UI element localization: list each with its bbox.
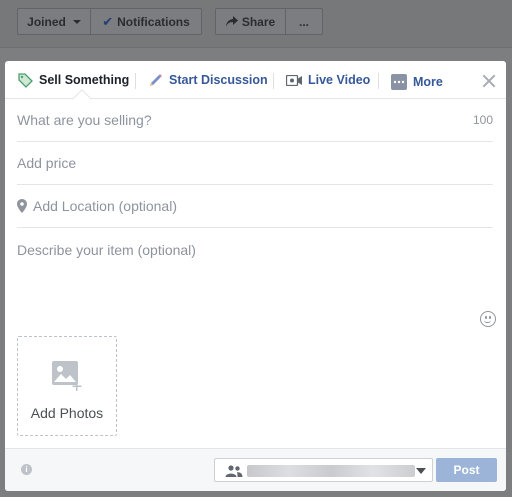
share-arrow-icon xyxy=(225,16,238,27)
tab-sell-something[interactable]: Sell Something xyxy=(18,71,129,89)
location-pin-icon xyxy=(17,199,27,213)
tag-icon xyxy=(18,72,33,88)
location-field[interactable]: Add Location (optional) xyxy=(17,185,493,228)
share-button[interactable]: Share xyxy=(215,8,286,35)
title-char-count: 100 xyxy=(472,113,493,127)
tab-divider xyxy=(378,73,379,89)
chevron-down-icon xyxy=(416,468,426,474)
composer-footer: i Post xyxy=(5,448,506,491)
audience-name-redacted xyxy=(247,465,415,477)
item-title-field[interactable]: What are you selling? 100 xyxy=(17,99,493,142)
tab-divider xyxy=(273,73,274,89)
price-field[interactable]: Add price xyxy=(17,142,493,185)
checkmark-icon: ✔ xyxy=(102,13,114,29)
video-camera-icon xyxy=(286,74,302,86)
tab-sell-something-label: Sell Something xyxy=(39,73,130,87)
tab-start-discussion[interactable]: Start Discussion xyxy=(148,71,268,89)
audience-selector[interactable] xyxy=(214,458,433,482)
tab-start-discussion-label: Start Discussion xyxy=(169,73,268,87)
joined-button[interactable]: Joined xyxy=(17,8,91,35)
more-icon xyxy=(391,74,407,90)
sell-composer-dialog: Sell Something Start Discussion Live Vid… xyxy=(5,61,506,491)
add-photos-button[interactable]: Add Photos xyxy=(17,336,117,436)
pencil-icon xyxy=(150,73,162,86)
item-title-placeholder: What are you selling? xyxy=(17,112,152,128)
group-action-bar: Joined ✔ Notifications Share ... xyxy=(0,0,512,48)
tab-more[interactable]: More xyxy=(391,73,443,91)
post-label: Post xyxy=(453,463,480,477)
post-button[interactable]: Post xyxy=(436,458,497,482)
tab-more-label: More xyxy=(413,75,443,89)
location-placeholder: Add Location (optional) xyxy=(33,198,177,214)
joined-label: Joined xyxy=(27,14,66,29)
share-label: Share xyxy=(241,14,276,29)
more-options-button[interactable]: ... xyxy=(285,8,323,35)
description-field[interactable]: Describe your item (optional) xyxy=(17,242,196,258)
emoji-icon[interactable] xyxy=(480,311,496,327)
info-icon[interactable]: i xyxy=(21,464,32,475)
photo-icon xyxy=(52,361,82,391)
tab-live-video[interactable]: Live Video xyxy=(286,71,370,89)
price-placeholder: Add price xyxy=(17,155,77,171)
add-photos-label: Add Photos xyxy=(30,405,104,421)
close-icon[interactable] xyxy=(481,73,497,89)
tab-divider xyxy=(135,73,136,89)
chevron-down-icon xyxy=(72,19,81,24)
more-options-label: ... xyxy=(298,14,309,29)
tab-live-video-label: Live Video xyxy=(308,73,371,87)
group-icon xyxy=(225,465,243,477)
notifications-label: Notifications xyxy=(117,14,190,29)
description-placeholder: Describe your item (optional) xyxy=(17,242,196,258)
notifications-button[interactable]: ✔ Notifications xyxy=(90,8,202,35)
